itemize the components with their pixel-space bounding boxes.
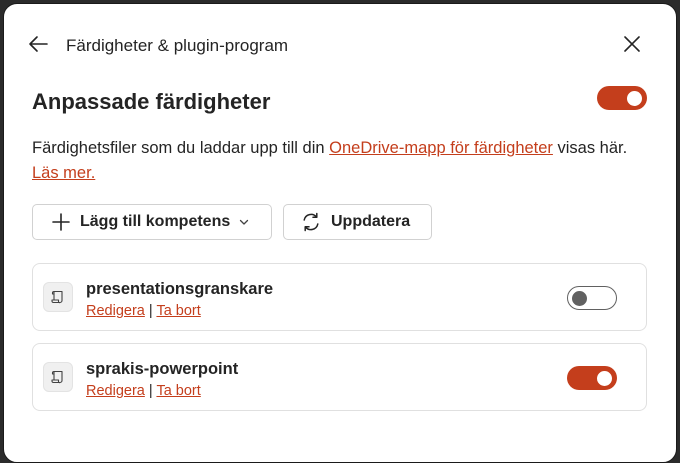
close-button[interactable] xyxy=(620,32,644,56)
skill-name: sprakis-powerpoint xyxy=(86,360,239,378)
arrow-left-icon xyxy=(29,36,48,52)
toggle-knob xyxy=(627,90,642,106)
skill-toggle[interactable] xyxy=(567,366,617,390)
custom-skills-toggle[interactable] xyxy=(597,86,647,110)
toggle-knob xyxy=(572,290,587,306)
close-icon xyxy=(624,36,640,52)
panel-title: Färdigheter & plugin-program xyxy=(66,36,289,55)
refresh-icon xyxy=(303,212,319,232)
skill-card: sprakis-powerpoint Redigera | Ta bort xyxy=(32,343,647,411)
description-text: Färdighetsfiler som du laddar upp till d… xyxy=(32,139,330,157)
toggle-knob xyxy=(597,370,612,386)
scroll-icon xyxy=(43,282,73,312)
section-title: Anpassade färdigheter xyxy=(32,89,271,114)
back-button[interactable] xyxy=(26,32,50,56)
description: Färdighetsfiler som du laddar upp till d… xyxy=(32,136,642,186)
skills-panel: Färdigheter & plugin-program Anpassade f… xyxy=(3,3,677,463)
panel-header: Färdigheter & plugin-program xyxy=(4,4,676,84)
add-skill-label: Lägg till kompetens xyxy=(80,213,231,230)
chevron-down-icon xyxy=(240,219,249,225)
description-text-after: visas här. xyxy=(552,139,628,157)
skill-actions: Redigera | Ta bort xyxy=(86,383,201,399)
skill-card: presentationsgranskare Redigera | Ta bor… xyxy=(32,263,647,331)
action-separator: | xyxy=(148,383,153,399)
remove-link[interactable]: Ta bort xyxy=(156,303,200,319)
learn-more-link[interactable]: Läs mer. xyxy=(32,164,95,182)
remove-link[interactable]: Ta bort xyxy=(156,383,200,399)
add-skill-button[interactable]: Lägg till kompetens xyxy=(32,204,272,240)
onedrive-folder-link[interactable]: OneDrive-mapp för färdigheter xyxy=(329,139,553,157)
scroll-icon xyxy=(43,362,73,392)
skill-actions: Redigera | Ta bort xyxy=(86,303,201,319)
edit-link[interactable]: Redigera xyxy=(86,303,145,319)
action-separator: | xyxy=(148,303,153,319)
update-button[interactable]: Uppdatera xyxy=(283,204,432,240)
edit-link[interactable]: Redigera xyxy=(86,383,145,399)
update-label: Uppdatera xyxy=(331,213,411,230)
skill-name: presentationsgranskare xyxy=(86,280,274,298)
skill-toggle[interactable] xyxy=(567,286,617,310)
plus-icon xyxy=(52,213,70,231)
